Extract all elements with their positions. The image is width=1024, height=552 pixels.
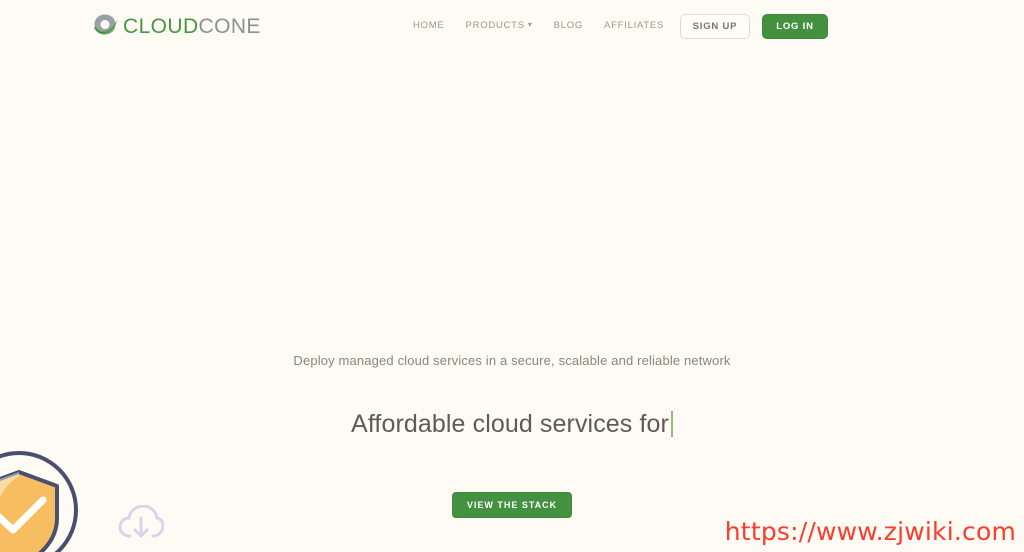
hero-subtitle: Deploy managed cloud services in a secur… (293, 353, 731, 368)
watermark-url: https://www.zjwiki.com (724, 517, 1016, 546)
hero-title-row: Affordable cloud services for (0, 392, 1024, 456)
hero-cta-wrap: VIEW THE STACK (0, 491, 1024, 518)
header-actions: SIGN UP LOG IN (680, 14, 828, 39)
nav-item-affiliates[interactable]: AFFILIATES (604, 20, 664, 31)
nav-item-products-label: PRODUCTS (465, 20, 525, 31)
typing-cursor (670, 410, 673, 437)
brand-wordmark-cone: CONE (198, 14, 261, 38)
hero-section: Deploy managed cloud services in a secur… (0, 352, 1024, 518)
chevron-down-icon: ▾ (527, 19, 533, 29)
sign-up-button[interactable]: SIGN UP (680, 14, 750, 39)
site-header: CLOUDCONE HOME PRODUCTS ▾ BLOG AFFILIATE… (0, 0, 1024, 54)
log-in-button[interactable]: LOG IN (762, 14, 828, 39)
nav-item-products[interactable]: PRODUCTS ▾ (466, 20, 533, 31)
page-root: CLOUDCONE HOME PRODUCTS ▾ BLOG AFFILIATE… (0, 0, 1024, 552)
nav-item-home[interactable]: HOME (413, 20, 445, 31)
cloudcone-swoosh-logo-icon (90, 11, 120, 41)
nav-item-blog-label: BLOG (553, 20, 583, 31)
nav-item-affiliates-label: AFFILIATES (603, 20, 665, 31)
brand-logo-link[interactable]: CLOUDCONE (90, 11, 261, 41)
nav-item-blog[interactable]: BLOG (554, 20, 583, 31)
brand-wordmark: CLOUDCONE (123, 16, 261, 37)
nav-item-home-label: HOME (413, 20, 445, 31)
brand-wordmark-cloud: CLOUD (123, 14, 199, 38)
hero-title: Affordable cloud services for (351, 409, 669, 438)
view-the-stack-button[interactable]: VIEW THE STACK (452, 491, 572, 518)
